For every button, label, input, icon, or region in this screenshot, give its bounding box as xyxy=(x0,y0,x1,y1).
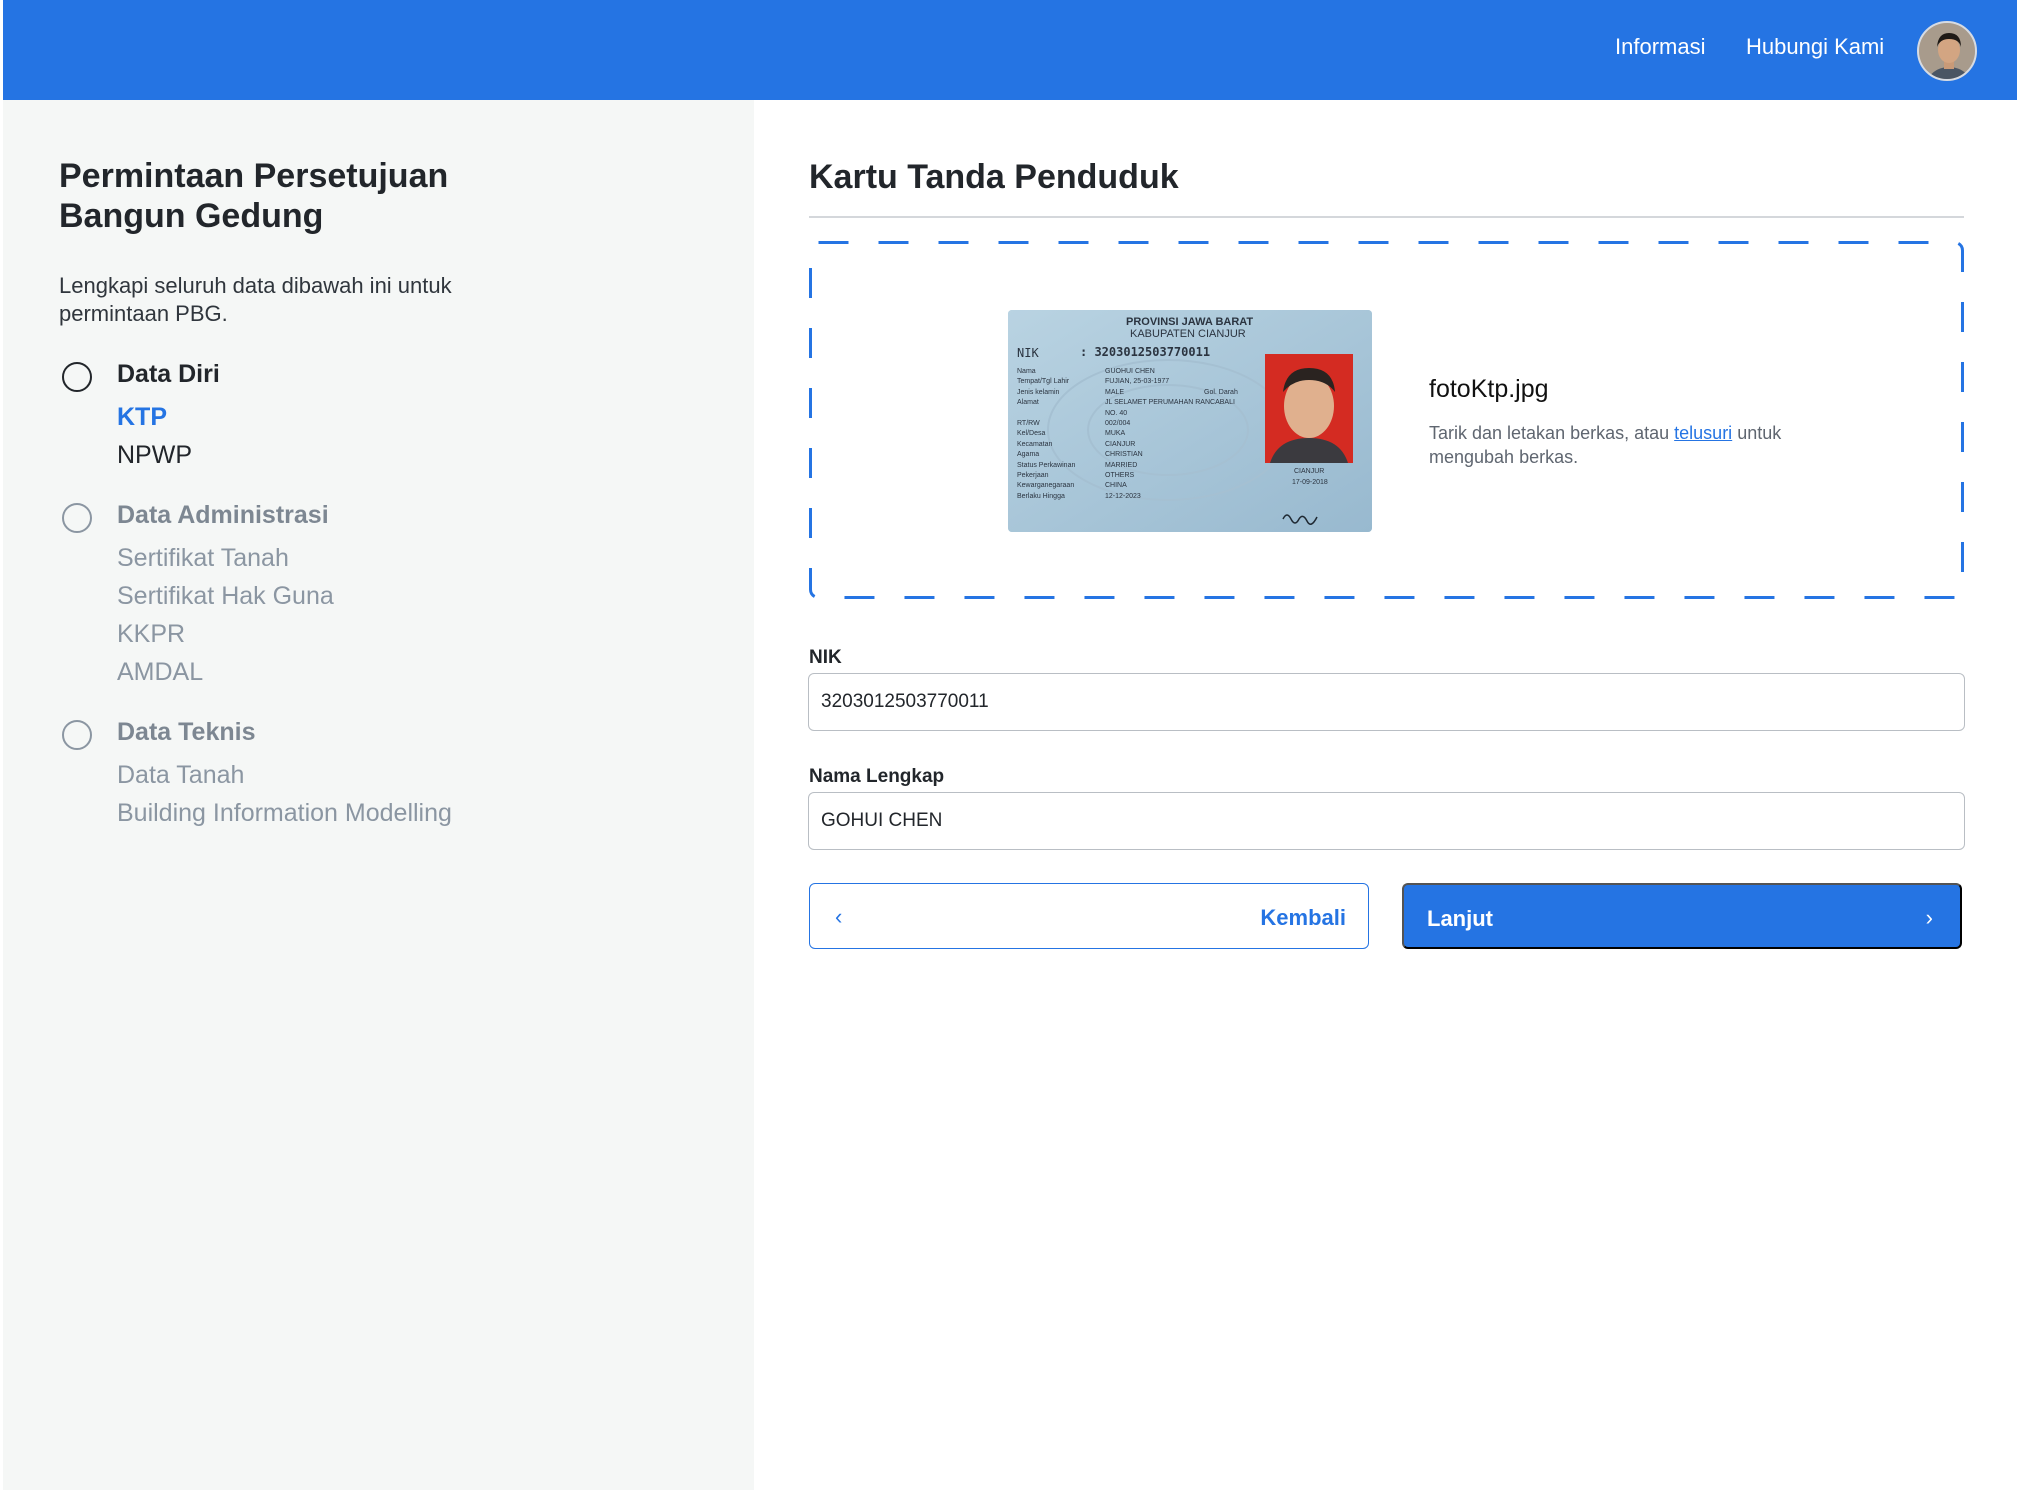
nav-informasi-link[interactable]: Informasi xyxy=(1615,34,1705,60)
title-divider xyxy=(809,216,1964,218)
ktp-row: Kewarganegaraan CHINA xyxy=(1017,482,1127,489)
dropzone-border xyxy=(809,241,1964,599)
ktp-row-label: Alamat xyxy=(1017,399,1039,407)
back-button-label: Kembali xyxy=(1260,905,1346,930)
file-dropzone[interactable]: PROVINSI JAWA BARAT KABUPATEN CIANJUR NI… xyxy=(809,241,1964,599)
page-title: Kartu Tanda Penduduk xyxy=(809,158,1179,196)
upload-hint: Tarik dan letakan berkas, atau telusuri … xyxy=(1429,421,1789,469)
top-navbar: Informasi Hubungi Kami xyxy=(3,0,2017,100)
substep-bim[interactable]: Building Information Modelling xyxy=(117,794,452,832)
step-label: Data Teknis xyxy=(117,718,256,746)
ktp-row: RT/RW 002/004 xyxy=(1017,420,1130,427)
ktp-row-value: MARRIED xyxy=(1105,461,1138,469)
nama-lengkap-label: Nama Lengkap xyxy=(809,766,945,787)
ktp-row: Pekerjaan OTHERS xyxy=(1017,472,1134,479)
ktp-row: Kecamatan CIANJUR xyxy=(1017,441,1135,448)
ktp-row: Jenis kelamin MALE xyxy=(1017,389,1124,396)
ktp-row-value: OTHERS xyxy=(1105,472,1135,479)
ktp-row-value: MUKA xyxy=(1105,430,1126,438)
step-label: Data Diri xyxy=(117,360,220,388)
browse-file-link[interactable]: telusuri xyxy=(1674,423,1732,443)
sidebar: Permintaan Persetujuan Bangun Gedung Len… xyxy=(3,100,754,1490)
ktp-row-label: Agama xyxy=(1017,451,1040,459)
substep-amdal[interactable]: AMDAL xyxy=(117,653,334,691)
chevron-left-icon: ‹ xyxy=(835,904,843,929)
uploaded-file-name: fotoKtp.jpg xyxy=(1429,375,1549,403)
ktp-row-label: Tempat/Tgl Lahir xyxy=(1017,378,1070,386)
substep-sertifikat-tanah[interactable]: Sertifikat Tanah xyxy=(117,539,334,577)
ktp-row-label: Berlaku Hingga xyxy=(1017,492,1065,500)
step-circle-icon xyxy=(62,503,92,533)
ktp-row-label: Status Perkawinan xyxy=(1017,461,1076,469)
ktp-row: NO. 40 xyxy=(1017,410,1127,417)
substep-list: KTP NPWP xyxy=(117,398,192,474)
ktp-row-value: NO. 40 xyxy=(1105,409,1128,417)
ktp-row: Alamat JL SELAMET PERUMAHAN RANCABALI xyxy=(1017,399,1235,406)
user-avatar[interactable] xyxy=(1917,21,1977,81)
step-circle-icon xyxy=(62,720,92,750)
substep-npwp[interactable]: NPWP xyxy=(117,436,192,474)
ktp-row-label: Kel/Desa xyxy=(1017,430,1046,438)
nik-input[interactable] xyxy=(808,673,1965,731)
sidebar-description: Lengkapi seluruh data dibawah ini untuk … xyxy=(59,273,452,326)
step-label: Data Administrasi xyxy=(117,501,329,529)
ktp-row: Kel/Desa MUKA xyxy=(1017,430,1125,437)
ktp-province: PROVINSI JAWA BARAT xyxy=(1126,316,1254,328)
nik-label: NIK xyxy=(809,647,842,668)
sidebar-title: Permintaan Persetujuan Bangun Gedung xyxy=(59,157,449,235)
nav-hubungi-kami-link[interactable]: Hubungi Kami xyxy=(1746,34,1884,60)
ktp-regency: KABUPATEN CIANJUR xyxy=(1130,328,1246,340)
ktp-issue-date: 17-09-2018 xyxy=(1292,479,1328,486)
ktp-row: Agama CHRISTIAN xyxy=(1017,451,1143,458)
ktp-nik-label: NIK xyxy=(1017,346,1039,360)
next-button[interactable]: Lanjut › xyxy=(1402,883,1962,949)
next-button-label: Lanjut xyxy=(1427,906,1493,931)
ktp-row: Tempat/Tgl Lahir FUJIAN, 25-03-1977 xyxy=(1017,378,1169,385)
ktp-row-label: Pekerjaan xyxy=(1017,472,1049,479)
ktp-signature xyxy=(1282,514,1318,525)
chevron-right-icon: › xyxy=(1925,905,1933,930)
ktp-row-label: Jenis kelamin xyxy=(1017,388,1060,396)
ktp-nik-value: : 3203012503770011 xyxy=(1080,345,1211,359)
ktp-row-value: JL SELAMET PERUMAHAN RANCABALI xyxy=(1105,399,1235,407)
substep-list: Sertifikat Tanah Sertifikat Hak Guna KKP… xyxy=(117,539,334,691)
substep-kkpr[interactable]: KKPR xyxy=(117,615,334,653)
step-circle-icon xyxy=(62,362,92,392)
back-button[interactable]: ‹ Kembali xyxy=(809,883,1369,949)
ktp-row-value: MALE xyxy=(1105,388,1125,396)
ktp-row-value: CHINA xyxy=(1105,482,1127,490)
ktp-row-label: Kecamatan xyxy=(1017,440,1053,448)
substep-sertifikat-hak-guna[interactable]: Sertifikat Hak Guna xyxy=(117,577,334,615)
avatar-image xyxy=(1919,23,1975,79)
ktp-issue-place: CIANJUR xyxy=(1294,468,1325,475)
upload-hint-prefix: Tarik dan letakan berkas, atau xyxy=(1429,423,1675,443)
ktp-row: Nama GUOHUI CHEN xyxy=(1017,368,1155,375)
ktp-row-value: CIANJUR xyxy=(1105,440,1136,448)
substep-ktp[interactable]: KTP xyxy=(117,398,192,436)
ktp-row-value: 12-12-2023 xyxy=(1105,492,1141,500)
substep-data-tanah[interactable]: Data Tanah xyxy=(117,756,452,794)
nama-lengkap-input[interactable] xyxy=(808,792,1965,850)
ktp-row-label: Nama xyxy=(1017,368,1036,375)
ktp-blood-type: Gol. Darah xyxy=(1204,389,1238,396)
ktp-row-label: Kewarganegaraan xyxy=(1017,482,1075,490)
ktp-row: Status Perkawinan MARRIED xyxy=(1017,462,1137,469)
ktp-preview-image: PROVINSI JAWA BARAT KABUPATEN CIANJUR NI… xyxy=(1008,310,1372,532)
ktp-row-label: RT/RW xyxy=(1017,420,1040,427)
ktp-row-value: FUJIAN, 25-03-1977 xyxy=(1105,378,1170,386)
ktp-row-value: GUOHUI CHEN xyxy=(1105,368,1155,375)
ktp-row-value: CHRISTIAN xyxy=(1105,451,1143,459)
ktp-row: Berlaku Hingga 12-12-2023 xyxy=(1017,493,1141,500)
substep-list: Data Tanah Building Information Modellin… xyxy=(117,756,452,832)
ktp-row-value: 002/004 xyxy=(1105,420,1131,427)
